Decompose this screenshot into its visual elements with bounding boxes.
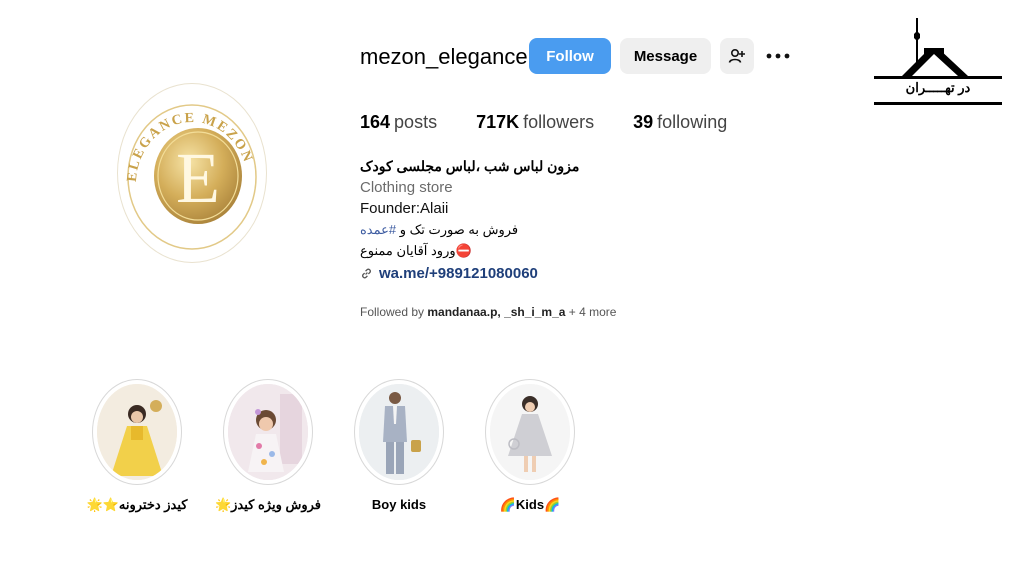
bio-founder: Founder:Alaii: [360, 200, 449, 217]
following-stat[interactable]: 39 following: [633, 110, 727, 134]
followers-count: 717K: [476, 112, 520, 132]
story-highlight-3-label: Boy kids: [371, 497, 427, 512]
profile-avatar[interactable]: E ELEGANCE MEZON: [118, 84, 266, 262]
story-highlight-2-label: فروش ویژه کیدز🌟: [214, 497, 322, 512]
story-highlight-1-label: کیدز دخترونه⭐🌟: [86, 497, 188, 512]
bio-link-text: wa.me/+989121080060: [379, 265, 538, 282]
bio-sale-text: فروش به صورت تک و: [396, 222, 519, 237]
message-button[interactable]: Message: [620, 38, 711, 74]
bio-link[interactable]: wa.me/+989121080060: [360, 263, 660, 284]
hashtag-link[interactable]: #عمده: [360, 222, 396, 237]
bio-no-entry-line: ⛔ورود آقایان ممنوع: [360, 243, 472, 258]
profile-stats: 164 posts 717K followers 39 following: [360, 110, 766, 134]
followers-stat[interactable]: 717K followers: [476, 110, 594, 134]
posts-label: posts: [394, 112, 438, 132]
posts-stat: 164 posts: [360, 110, 437, 134]
follow-button[interactable]: Follow: [529, 38, 611, 74]
following-count: 39: [633, 112, 654, 132]
suggest-user-button[interactable]: [720, 38, 754, 74]
person-add-icon: [728, 48, 745, 63]
bio-name: مزون لباس شب ،لباس مجلسی کودک: [360, 158, 580, 174]
svg-text:E: E: [176, 138, 220, 218]
bio-category: Clothing store: [360, 179, 453, 196]
followed-by-users: mandanaa.p, _sh_i_m_a: [427, 305, 566, 319]
mezon-logo-icon: E ELEGANCE MEZON: [125, 104, 257, 250]
story-highlight-3[interactable]: [355, 380, 443, 484]
followed-by-more: + 4 more: [565, 305, 617, 319]
following-label: following: [657, 112, 728, 132]
bio-sale-line: فروش به صورت تک و #عمده: [360, 219, 660, 240]
story-highlight-2[interactable]: [224, 380, 312, 484]
posts-count: 164: [360, 112, 391, 132]
story-highlight-4[interactable]: [486, 380, 574, 484]
profile-username: mezon_elegance: [360, 44, 528, 69]
followed-by-prefix: Followed by: [360, 305, 428, 319]
girl-floral-dress-image: [228, 384, 308, 480]
more-options-icon[interactable]: [764, 38, 792, 74]
followed-by[interactable]: Followed by mandanaa.p, _sh_i_m_a + 4 mo…: [360, 304, 616, 320]
profile-bio: مزون لباس شب ،لباس مجلسی کودک Clothing s…: [360, 156, 660, 284]
girl-yellow-dress-image: [97, 384, 177, 480]
boy-suit-image: [359, 384, 439, 480]
story-highlight-4-label: 🌈Kids🌈: [499, 497, 561, 512]
story-highlight-1[interactable]: [93, 380, 181, 484]
girl-grey-dress-image: [490, 384, 570, 480]
followers-label: followers: [523, 112, 595, 132]
link-icon: [362, 268, 371, 279]
watermark-text: در تهـــــران: [905, 80, 971, 95]
